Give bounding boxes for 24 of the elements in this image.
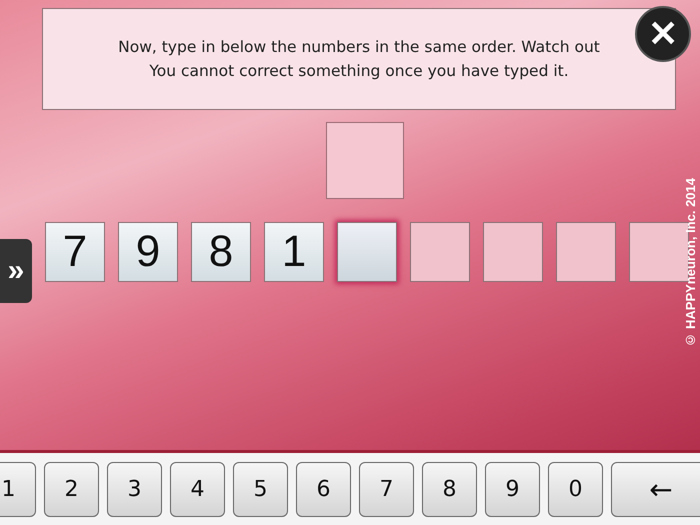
digit-slot: 7 bbox=[45, 222, 105, 282]
number-key[interactable]: 2 bbox=[44, 462, 99, 516]
close-button[interactable]: ✕ bbox=[635, 6, 691, 62]
digit-slot: 1 bbox=[264, 222, 324, 282]
backspace-key[interactable]: ← bbox=[611, 462, 700, 516]
number-key[interactable]: 3 bbox=[107, 462, 162, 516]
digit-slot: 8 bbox=[191, 222, 251, 282]
instruction-text: You cannot correct something once you have typed it. bbox=[149, 61, 569, 82]
number-key[interactable]: 6 bbox=[296, 462, 351, 516]
number-key[interactable]: 8 bbox=[422, 462, 477, 516]
number-key[interactable]: 1 bbox=[0, 462, 36, 516]
next-tab[interactable]: » bbox=[0, 239, 32, 303]
digit-slot bbox=[483, 222, 543, 282]
number-key[interactable]: 9 bbox=[485, 462, 540, 516]
copyright-text: © HAPPYneuron, Inc. 2014 bbox=[683, 178, 698, 348]
digit-slot: 9 bbox=[118, 222, 178, 282]
number-key[interactable]: 5 bbox=[233, 462, 288, 516]
number-key[interactable]: 4 bbox=[170, 462, 225, 516]
digit-slot bbox=[410, 222, 470, 282]
instruction-text: Now, type in below the numbers in the same order. Watch out bbox=[118, 37, 600, 58]
number-key[interactable]: 7 bbox=[359, 462, 414, 516]
number-key[interactable]: 0 bbox=[548, 462, 603, 516]
digit-slot[interactable] bbox=[337, 222, 397, 282]
digit-slot bbox=[556, 222, 616, 282]
